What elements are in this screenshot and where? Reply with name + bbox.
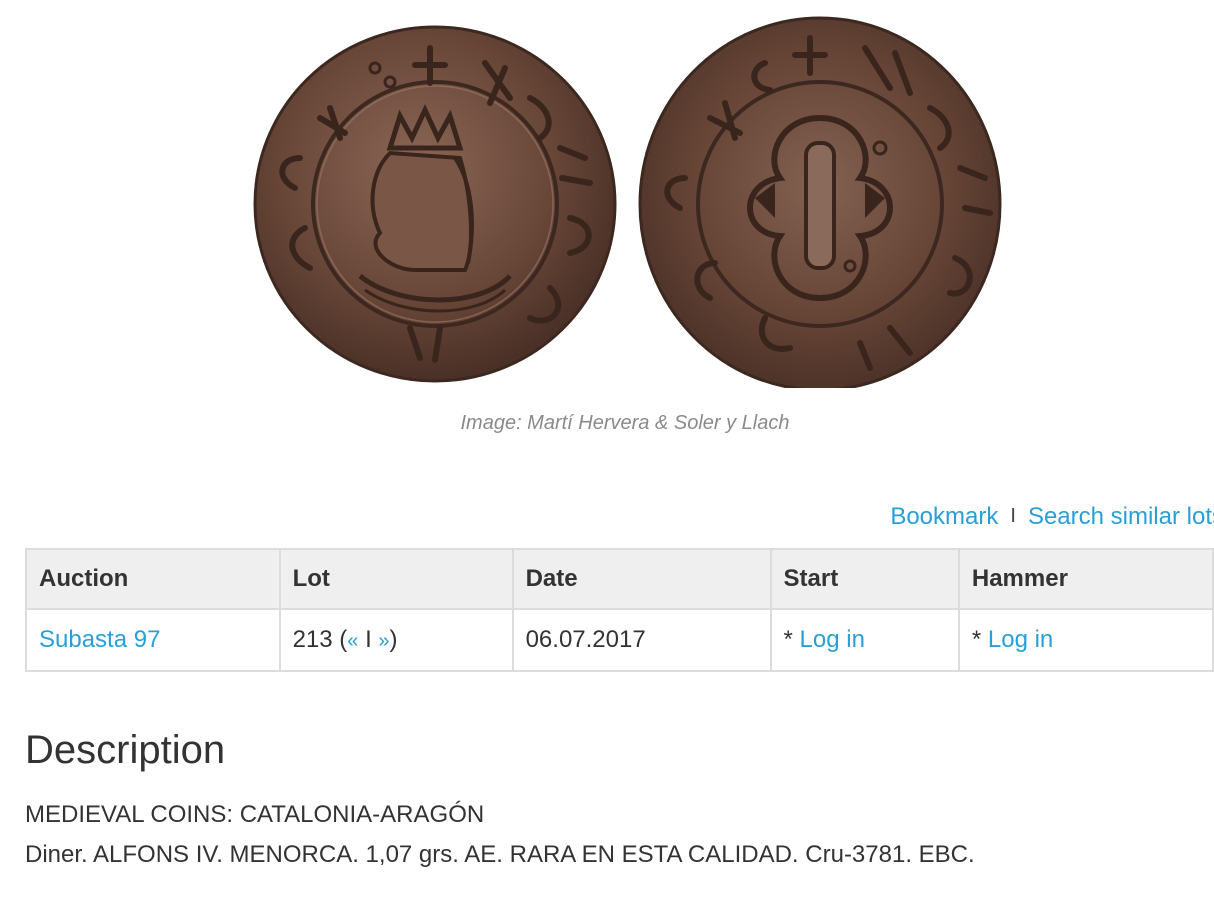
lot-info-table: Auction Lot Date Start Hammer Subasta 97… bbox=[25, 548, 1214, 672]
cell-start: * Log in bbox=[769, 608, 960, 672]
header-start: Start bbox=[769, 548, 960, 610]
coin-obverse bbox=[253, 25, 617, 383]
start-prefix: * bbox=[783, 626, 800, 653]
cell-lot: 213 (« I ») bbox=[278, 608, 514, 672]
table-row: Subasta 97 213 (« I ») 06.07.2017 * Log … bbox=[25, 608, 1214, 672]
bookmark-link[interactable]: Bookmark bbox=[890, 503, 998, 530]
image-caption: Image: Martí Hervera & Soler y Llach bbox=[460, 412, 790, 434]
search-similar-lots-link[interactable]: Search similar lots bbox=[1028, 503, 1214, 530]
previous-lot-link[interactable]: « bbox=[347, 630, 358, 652]
hammer-login-link[interactable]: Log in bbox=[988, 626, 1053, 653]
cell-auction: Subasta 97 bbox=[25, 608, 281, 672]
lot-nav-separator: I bbox=[358, 626, 379, 653]
table-header-row: Auction Lot Date Start Hammer bbox=[25, 548, 1214, 610]
next-lot-link[interactable]: » bbox=[378, 630, 389, 652]
coin-photo bbox=[253, 16, 1002, 388]
start-login-link[interactable]: Log in bbox=[800, 626, 865, 653]
description-text: Diner. ALFONS IV. MENORCA. 1,07 grs. AE.… bbox=[25, 841, 975, 868]
lot-number-close: ) bbox=[389, 626, 398, 653]
cell-date: 06.07.2017 bbox=[511, 608, 772, 672]
lot-actions: Bookmark I Search similar lots bbox=[890, 503, 1214, 531]
coin-reverse bbox=[638, 16, 1002, 388]
auction-link[interactable]: Subasta 97 bbox=[39, 626, 160, 653]
cell-hammer: * Log in bbox=[957, 608, 1214, 672]
actions-separator: I bbox=[1010, 505, 1016, 527]
hammer-prefix: * bbox=[971, 626, 988, 653]
description-category: MEDIEVAL COINS: CATALONIA-ARAGÓN bbox=[25, 801, 485, 828]
header-hammer: Hammer bbox=[957, 548, 1214, 610]
lot-page: Image: Martí Hervera & Soler y Llach Boo… bbox=[0, 0, 1214, 915]
header-date: Date bbox=[511, 548, 772, 610]
description-heading: Description bbox=[25, 728, 226, 772]
header-auction: Auction bbox=[25, 548, 281, 610]
lot-number: 213 ( bbox=[292, 626, 348, 653]
header-lot: Lot bbox=[278, 548, 514, 610]
